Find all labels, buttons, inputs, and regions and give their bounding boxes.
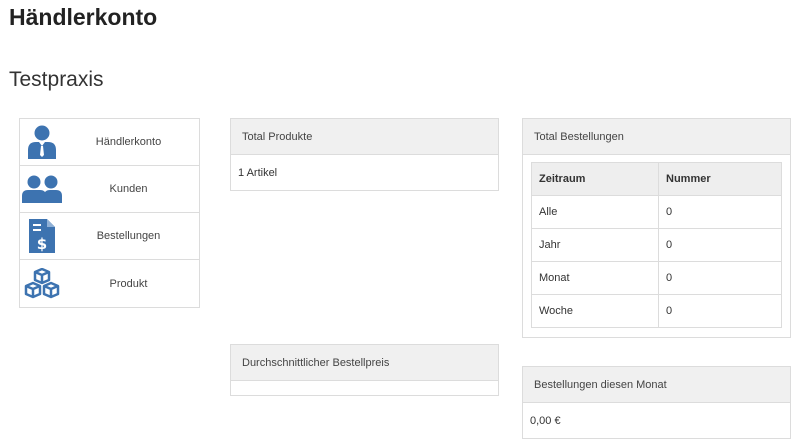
table-header-row: Zeitraum Nummer [531, 162, 782, 196]
panel-heading: Total Bestellungen [523, 119, 790, 155]
orders-table: Zeitraum Nummer Alle 0 Jahr 0 Monat 0 Wo… [531, 162, 782, 328]
table-row: Alle 0 [531, 195, 782, 229]
page-title: Händlerkonto [9, 4, 158, 30]
column-header-period: Zeitraum [531, 162, 659, 196]
period-cell: Woche [531, 294, 659, 328]
monthly-orders-panel: Bestellungen diesen Monat 0,00 € [522, 366, 791, 439]
menu-item-label: Produkt [109, 277, 148, 290]
menu-item-label: Bestellungen [96, 230, 161, 242]
count-cell: 0 [658, 261, 782, 295]
total-orders-panel: Total Bestellungen Zeitraum Nummer Alle … [522, 118, 791, 338]
merchant-user-icon [20, 120, 64, 164]
menu-item-label: Händlerkonto [95, 136, 162, 148]
count-cell: 0 [658, 228, 782, 262]
period-cell: Monat [531, 261, 659, 295]
total-products-value: 1 Artikel [238, 166, 278, 179]
svg-text:$: $ [37, 235, 47, 253]
table-row: Monat 0 [531, 261, 782, 295]
panel-heading: Durchschnittlicher Bestellpreis [231, 345, 498, 381]
average-order-price-panel: Durchschnittlicher Bestellpreis [230, 344, 499, 396]
monthly-orders-value: 0,00 € [530, 414, 561, 427]
menu-item-label: Kunden [109, 183, 148, 195]
invoice-icon: $ [20, 214, 64, 258]
count-cell: 0 [658, 195, 782, 229]
count-cell: 0 [658, 294, 782, 328]
menu-item-product[interactable]: Produkt [20, 260, 199, 307]
panel-heading: Bestellungen diesen Monat [523, 367, 790, 403]
customers-icon [20, 167, 64, 211]
menu-item-orders[interactable]: $ Bestellungen [20, 213, 199, 260]
panel-heading: Total Produkte [231, 119, 498, 155]
page-subtitle: Testpraxis [9, 68, 104, 91]
side-menu: Händlerkonto Kunden $ Bestellungen Produ… [19, 118, 200, 308]
period-cell: Alle [531, 195, 659, 229]
total-products-panel: Total Produkte 1 Artikel [230, 118, 499, 191]
table-row: Jahr 0 [531, 228, 782, 262]
menu-item-merchant-account[interactable]: Händlerkonto [20, 119, 199, 166]
menu-item-customers[interactable]: Kunden [20, 166, 199, 213]
table-row: Woche 0 [531, 294, 782, 328]
boxes-icon [20, 262, 64, 306]
period-cell: Jahr [531, 228, 659, 262]
column-header-count: Nummer [658, 162, 782, 196]
